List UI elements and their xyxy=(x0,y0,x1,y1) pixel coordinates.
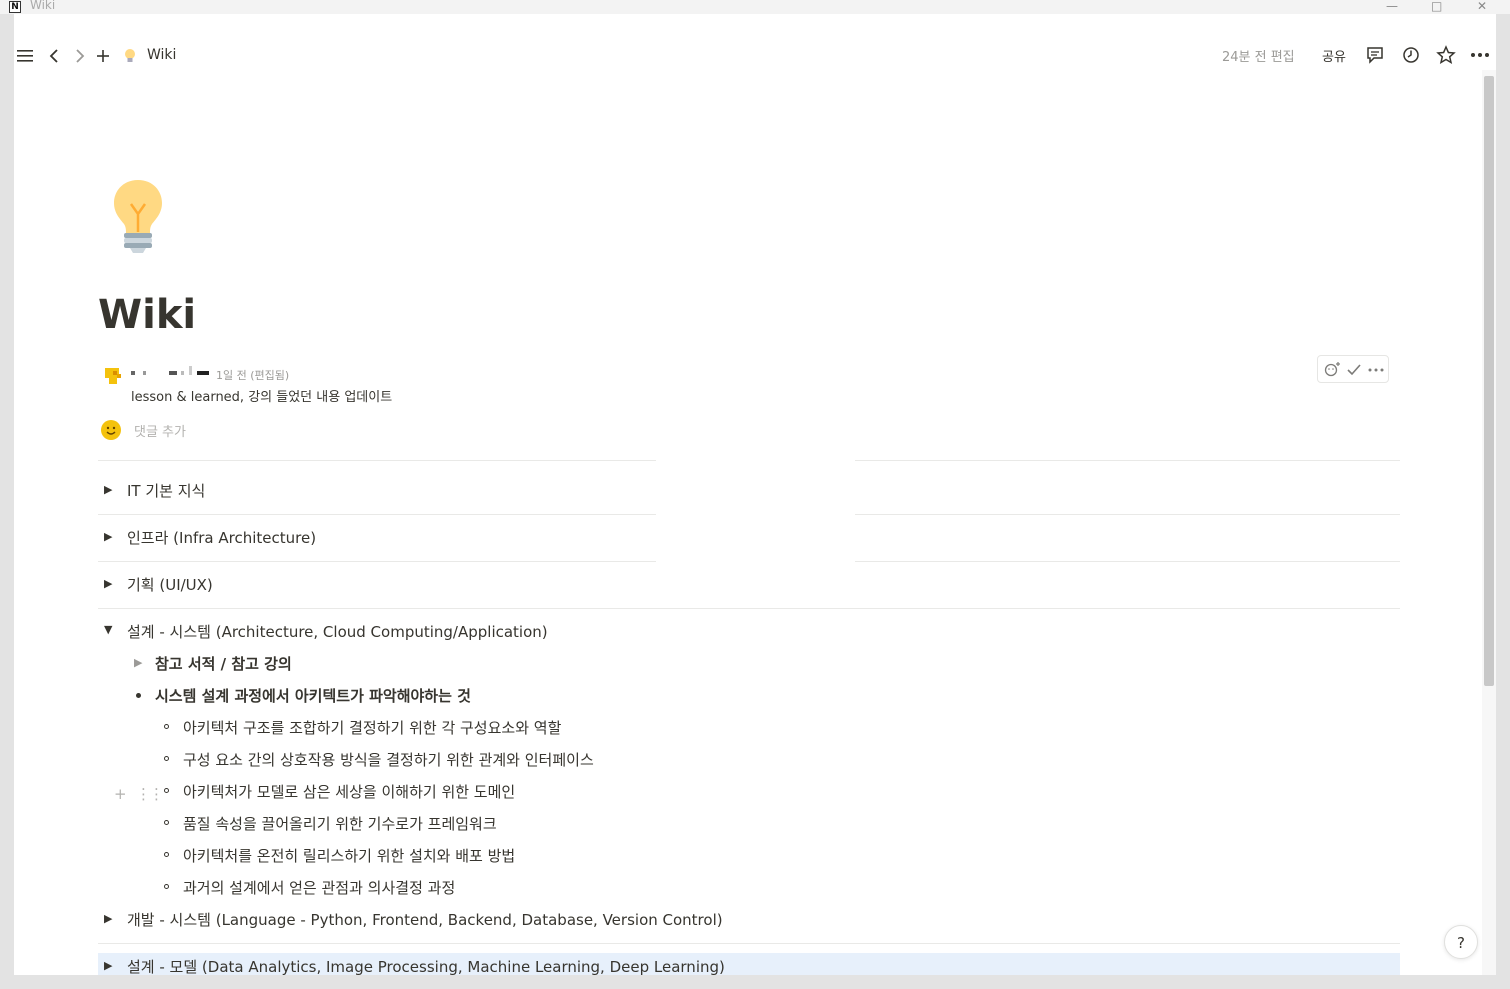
scrollbar-thumb[interactable] xyxy=(1484,76,1494,686)
smiley-icon xyxy=(101,420,121,440)
page-title[interactable]: Wiki xyxy=(98,292,196,338)
circle-bullet xyxy=(164,820,169,825)
favorite-star-icon[interactable] xyxy=(1436,45,1456,65)
divider xyxy=(98,514,656,515)
bullet-dot xyxy=(136,693,141,698)
toggle-collapsed-arrow-icon[interactable]: ▶ xyxy=(104,912,112,925)
divider xyxy=(855,460,1400,461)
forward-icon[interactable] xyxy=(74,48,86,64)
list-item-label: 아키텍처를 온전히 릴리스하기 위한 설치와 배포 방법 xyxy=(183,847,516,865)
back-icon[interactable] xyxy=(48,48,60,64)
notion-app-icon: N xyxy=(9,1,21,13)
toggle-model-design[interactable]: ▶ 설계 - 모델 (Data Analytics, Image Process… xyxy=(98,953,1400,975)
more-options-icon[interactable] xyxy=(1470,52,1490,58)
breadcrumb-title[interactable]: Wiki xyxy=(147,47,176,63)
maximize-icon[interactable]: □ xyxy=(1431,0,1442,12)
os-titlebar: N Wiki — □ ✕ xyxy=(0,0,1510,14)
toggle-label: 설계 - 모델 (Data Analytics, Image Processin… xyxy=(127,958,725,975)
divider xyxy=(98,943,1400,944)
page-lightbulb-icon[interactable] xyxy=(111,174,171,254)
circle-bullet xyxy=(164,724,169,729)
topbar: Wiki 24분 전 편집 공유 xyxy=(14,14,1496,70)
toggle-label: 개발 - 시스템 (Language - Python, Frontend, B… xyxy=(127,911,723,929)
last-edited-text: 24분 전 편집 xyxy=(1222,50,1295,65)
list-item-label: 시스템 설계 과정에서 아키텍트가 파악해야하는 것 xyxy=(155,687,471,705)
toggle-collapsed-arrow-icon[interactable]: ▶ xyxy=(104,530,112,543)
divider xyxy=(98,561,656,562)
comment-timestamp: 1일 전 (편집됨) xyxy=(216,369,290,382)
comment-more-icon[interactable] xyxy=(1366,361,1386,379)
toggle-label: 인프라 (Infra Architecture) xyxy=(127,529,317,547)
comment-body: lesson & learned, 강의 들었던 내용 업데이트 xyxy=(131,390,393,405)
breadcrumb-lightbulb-icon xyxy=(125,49,135,62)
window-title: Wiki xyxy=(30,0,56,12)
toggle-collapsed-arrow-icon[interactable]: ▶ xyxy=(104,577,112,590)
add-reaction-icon[interactable] xyxy=(1322,361,1342,379)
list-item-label: 과거의 설계에서 얻은 관점과 의사결정 과정 xyxy=(183,879,456,897)
circle-bullet xyxy=(164,852,169,857)
toggle-expanded-arrow-icon[interactable]: ▼ xyxy=(104,623,112,636)
app-window: Wiki 24분 전 편집 공유 Wiki 1일 전 (편집됨) lesson … xyxy=(14,14,1496,975)
divider xyxy=(98,608,1400,609)
help-button[interactable]: ? xyxy=(1444,925,1478,959)
resolve-check-icon[interactable] xyxy=(1344,361,1364,379)
comments-icon[interactable] xyxy=(1366,46,1384,64)
add-comment-input[interactable]: 댓글 추가 xyxy=(134,421,186,440)
toggle-collapsed-arrow-icon[interactable]: ▶ xyxy=(104,959,112,972)
list-item-label: 아키텍처 구조를 조합하기 결정하기 위한 각 구성요소와 역할 xyxy=(183,719,562,737)
list-item-label: 구성 요소 간의 상호작용 방식을 결정하기 위한 관계와 인터페이스 xyxy=(183,751,594,769)
divider xyxy=(855,514,1400,515)
divider xyxy=(855,561,1400,562)
close-icon[interactable]: ✕ xyxy=(1477,0,1487,12)
divider xyxy=(98,460,656,461)
new-page-icon[interactable] xyxy=(95,48,111,64)
circle-bullet xyxy=(164,756,169,761)
circle-bullet xyxy=(164,884,169,889)
minimize-icon[interactable]: — xyxy=(1386,0,1398,12)
toggle-collapsed-arrow-icon[interactable]: ▶ xyxy=(134,656,142,669)
toggle-collapsed-arrow-icon[interactable]: ▶ xyxy=(104,483,112,496)
toggle-label: 참고 서적 / 참고 강의 xyxy=(155,655,292,673)
toggle-label: IT 기본 지식 xyxy=(127,482,206,500)
circle-bullet xyxy=(164,788,169,793)
list-item-label: 아키텍처가 모델로 삼은 세상을 이해하기 위한 도메인 xyxy=(183,783,516,801)
comment-actions xyxy=(1317,355,1389,383)
toggle-label: 기획 (UI/UX) xyxy=(127,576,213,594)
avatar xyxy=(105,368,121,384)
drag-handle-icon[interactable]: ⋮⋮ xyxy=(136,785,164,803)
history-icon[interactable] xyxy=(1402,46,1420,64)
comment-author-redacted xyxy=(131,366,211,380)
list-item-label: 품질 속성을 끌어올리기 위한 기수로가 프레임워크 xyxy=(183,815,497,833)
add-block-icon[interactable]: + xyxy=(114,785,127,803)
toggle-label: 설계 - 시스템 (Architecture, Cloud Computing/… xyxy=(127,623,548,641)
share-button[interactable]: 공유 xyxy=(1322,46,1346,65)
menu-icon[interactable] xyxy=(16,48,34,64)
